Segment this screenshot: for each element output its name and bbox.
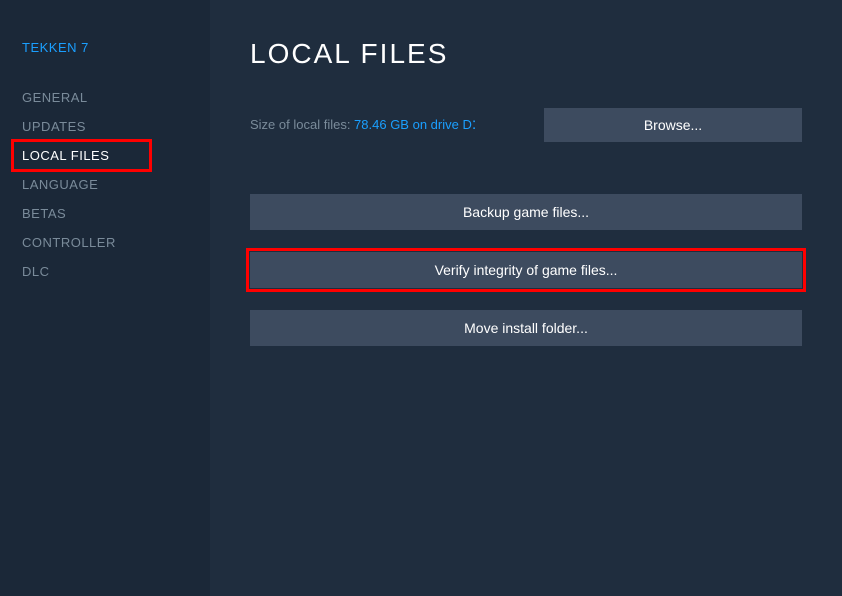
sidebar-item-label: LANGUAGE <box>22 177 98 192</box>
size-value[interactable]: 78.46 GB on drive D <box>354 117 472 132</box>
sidebar-item-language[interactable]: LANGUAGE <box>22 170 210 199</box>
sidebar-item-label: LOCAL FILES <box>22 148 109 163</box>
sidebar-item-local-files[interactable]: LOCAL FILES <box>22 141 210 170</box>
game-title: TEKKEN 7 <box>22 40 210 55</box>
size-colon: : <box>472 116 476 133</box>
sidebar-item-controller[interactable]: CONTROLLER <box>22 228 210 257</box>
sidebar-item-dlc[interactable]: DLC <box>22 257 210 286</box>
browse-button[interactable]: Browse... <box>544 108 802 142</box>
main-panel: LOCAL FILES Size of local files: 78.46 G… <box>210 0 842 596</box>
sidebar-item-label: UPDATES <box>22 119 86 134</box>
verify-integrity-button[interactable]: Verify integrity of game files... <box>250 252 802 288</box>
sidebar-item-label: GENERAL <box>22 90 88 105</box>
size-text: Size of local files: 78.46 GB on drive D… <box>250 116 476 134</box>
sidebar-item-general[interactable]: GENERAL <box>22 83 210 112</box>
move-install-button[interactable]: Move install folder... <box>250 310 802 346</box>
sidebar-item-label: DLC <box>22 264 50 279</box>
size-row: Size of local files: 78.46 GB on drive D… <box>250 108 802 142</box>
backup-button[interactable]: Backup game files... <box>250 194 802 230</box>
properties-dialog: TEKKEN 7 GENERAL UPDATES LOCAL FILES LAN… <box>0 0 842 596</box>
size-label: Size of local files: <box>250 117 354 132</box>
page-title: LOCAL FILES <box>250 38 802 70</box>
sidebar-item-updates[interactable]: UPDATES <box>22 112 210 141</box>
sidebar-item-label: BETAS <box>22 206 66 221</box>
sidebar: TEKKEN 7 GENERAL UPDATES LOCAL FILES LAN… <box>0 0 210 596</box>
sidebar-item-label: CONTROLLER <box>22 235 116 250</box>
sidebar-item-betas[interactable]: BETAS <box>22 199 210 228</box>
